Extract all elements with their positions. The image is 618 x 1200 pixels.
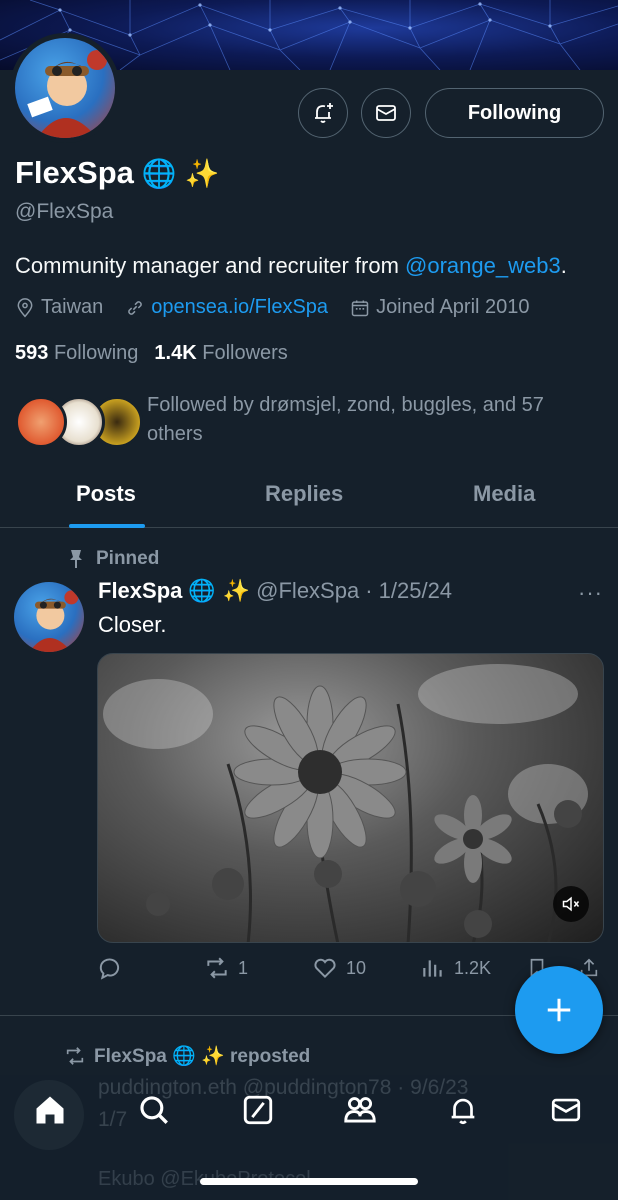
profile-bio: Community manager and recruiter from @or…: [15, 253, 567, 279]
display-name: FlexSpa: [15, 155, 134, 190]
repost-icon: [66, 1047, 84, 1065]
joined-text: Joined April 2010: [376, 296, 530, 318]
flower-photo: [103, 664, 588, 942]
bio-mention-link[interactable]: @orange_web3: [405, 253, 561, 278]
bio-end: .: [560, 253, 567, 278]
link-icon: [128, 300, 143, 315]
location-pin-icon: [17, 297, 33, 317]
following-label: Following: [53, 342, 139, 364]
followed-by-text[interactable]: Followed by drømsjel, zond, buggles, and…: [147, 391, 587, 449]
follower-avatar: [15, 396, 67, 448]
active-tab-indicator: [69, 524, 145, 528]
location-text: Taiwan: [41, 296, 104, 318]
post-media-image[interactable]: [97, 653, 604, 943]
joined-item: Joined April 2010: [350, 296, 530, 319]
profile-tabs: Posts Replies Media: [0, 466, 618, 528]
mute-toggle-button[interactable]: [553, 886, 589, 922]
profile-name-row: FlexSpa 🌐 ✨: [15, 155, 220, 191]
notifications-icon: [451, 1098, 475, 1125]
views-count: 1.2K: [454, 957, 492, 978]
profile-avatar[interactable]: [10, 33, 120, 143]
heart-icon: [314, 958, 336, 979]
post-author-name[interactable]: FlexSpa: [98, 578, 182, 604]
globe-emoji: 🌐: [141, 156, 177, 190]
calendar-icon: [351, 300, 369, 316]
home-indicator-bar[interactable]: [200, 1178, 418, 1185]
search-icon: [140, 1096, 168, 1124]
avatar-image: [15, 38, 115, 138]
post-author-handle[interactable]: @FlexSpa: [256, 578, 359, 604]
followers-count: 1.4K: [154, 342, 197, 364]
mail-icon: [376, 105, 396, 121]
communities-icon: [344, 1097, 376, 1123]
tab-posts[interactable]: Posts: [76, 481, 136, 507]
nav-messages[interactable]: [546, 1090, 586, 1130]
profile-meta-row: Taiwan opensea.io/FlexSpa Joined April 2…: [15, 296, 552, 319]
nav-home[interactable]: [30, 1090, 70, 1130]
bell-plus-icon: [315, 103, 333, 123]
message-button[interactable]: [361, 88, 411, 138]
website-item[interactable]: opensea.io/FlexSpa: [125, 296, 328, 319]
views-action[interactable]: 1.2K: [420, 955, 491, 981]
nav-search[interactable]: [134, 1090, 174, 1130]
post-text: Closer.: [98, 612, 167, 637]
reply-action[interactable]: [98, 955, 132, 981]
tab-media[interactable]: Media: [473, 481, 535, 507]
messages-icon: [551, 1098, 581, 1122]
plus-icon: [547, 998, 571, 1022]
repost-count: 1: [238, 957, 249, 978]
followers-label: Followers: [202, 342, 288, 364]
nav-grok[interactable]: [238, 1090, 278, 1130]
following-count: 593: [15, 342, 49, 364]
following-button[interactable]: Following: [425, 88, 604, 138]
website-link[interactable]: opensea.io/FlexSpa: [151, 296, 328, 319]
following-stat[interactable]: 593 Following: [15, 342, 138, 365]
tab-replies[interactable]: Replies: [265, 481, 343, 507]
repost-icon: [207, 957, 227, 979]
post-author-avatar[interactable]: [14, 582, 84, 652]
home-icon: [36, 1096, 64, 1124]
repost-action[interactable]: 1: [204, 955, 248, 981]
like-count: 10: [346, 957, 367, 978]
pinned-label-row: Pinned: [68, 548, 159, 570]
reply-icon: [99, 958, 120, 980]
more-options-icon[interactable]: ···: [578, 580, 603, 606]
profile-handle: @FlexSpa: [15, 200, 114, 223]
followed-by-avatars[interactable]: [15, 396, 143, 448]
views-bars-icon: [423, 960, 442, 977]
post-date[interactable]: · 1/25/24: [365, 578, 452, 604]
followers-stat[interactable]: 1.4K Followers: [154, 342, 287, 365]
post-header: FlexSpa 🌐 ✨ @FlexSpa · 1/25/24: [98, 578, 452, 604]
bio-text: Community manager and recruiter from: [15, 253, 406, 278]
notifications-toggle-button[interactable]: [298, 88, 348, 138]
like-action[interactable]: 10: [312, 955, 366, 981]
pinned-label: Pinned: [96, 548, 160, 569]
grok-icon: [243, 1095, 273, 1125]
location-item: Taiwan: [15, 296, 103, 319]
pin-icon: [70, 550, 82, 568]
sparkles-emoji: ✨: [184, 156, 220, 190]
follow-stats: 593 Following 1.4K Followers: [15, 342, 288, 365]
speaker-muted-icon: [562, 896, 580, 912]
repost-indicator: FlexSpa 🌐 ✨ reposted: [64, 1044, 310, 1068]
nav-communities[interactable]: [340, 1090, 380, 1130]
repost-label[interactable]: FlexSpa 🌐 ✨ reposted: [94, 1044, 310, 1068]
compose-post-button[interactable]: [515, 966, 603, 1054]
nav-notifications[interactable]: [443, 1090, 483, 1130]
author-emojis: 🌐 ✨: [188, 578, 251, 604]
